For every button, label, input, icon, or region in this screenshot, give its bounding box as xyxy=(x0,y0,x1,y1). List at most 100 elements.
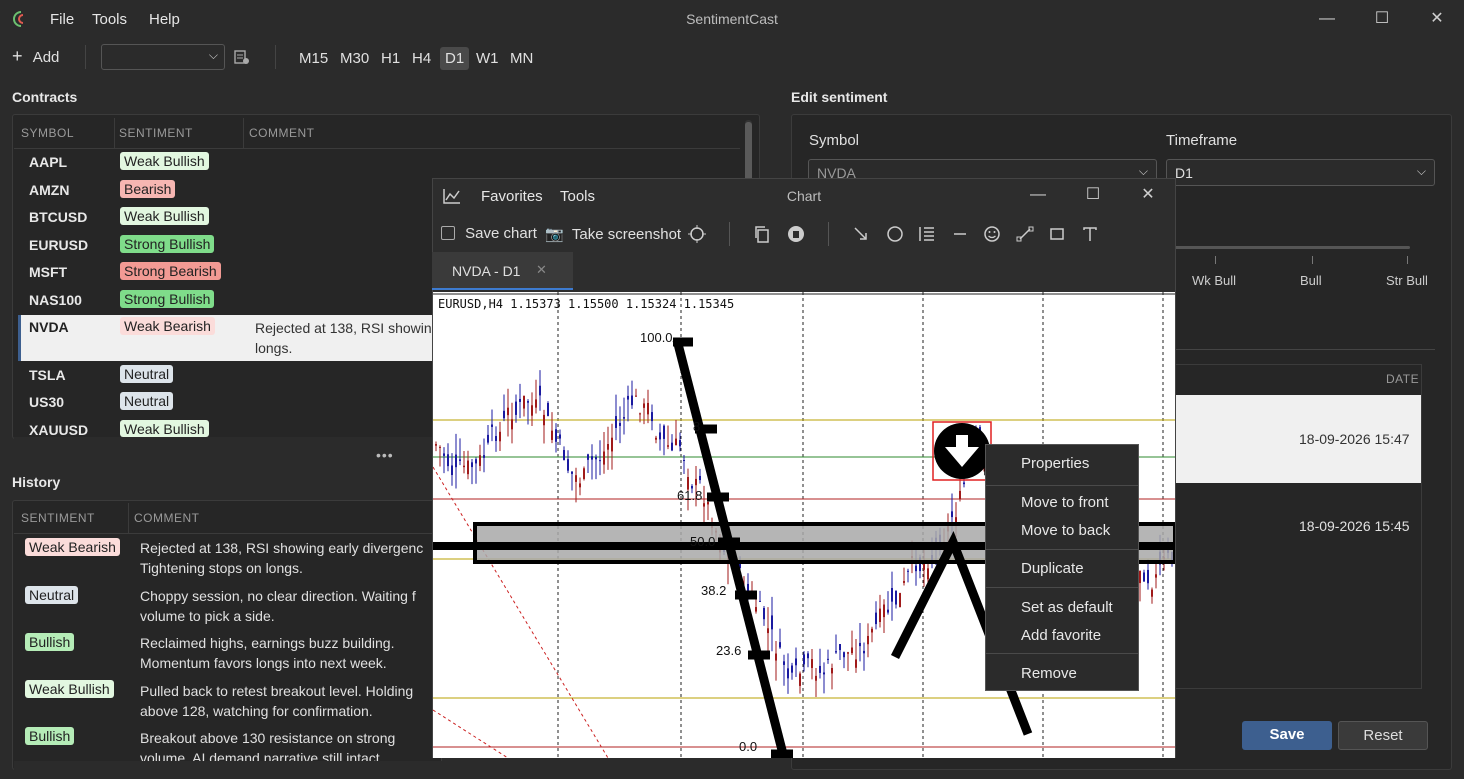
candle-body xyxy=(847,652,849,654)
candle-body xyxy=(859,642,861,647)
row-symbol[interactable]: BTCUSD xyxy=(29,209,87,225)
candle-body xyxy=(843,652,845,658)
candle-body xyxy=(603,451,605,465)
fib-label: 8 xyxy=(693,419,701,434)
row-symbol[interactable]: MSFT xyxy=(29,264,67,280)
sentiment-badge: Weak Bearish xyxy=(25,538,120,556)
ctx-remove[interactable]: Remove xyxy=(1021,665,1077,682)
sentiment-badge: Weak Bullish xyxy=(25,680,114,698)
candle-body xyxy=(855,659,857,668)
text-tool-icon[interactable] xyxy=(1081,225,1099,243)
maximize-icon[interactable]: ☐ xyxy=(1082,184,1104,206)
tf-w1[interactable]: W1 xyxy=(471,47,504,70)
tf-m15[interactable]: M15 xyxy=(294,47,333,70)
fibonacci-tool-icon[interactable] xyxy=(918,225,936,243)
save-button[interactable]: Save xyxy=(1242,721,1332,750)
sentiment-slider[interactable] xyxy=(1160,246,1410,249)
tf-h1[interactable]: H1 xyxy=(376,47,405,70)
close-icon[interactable]: ✕ xyxy=(1137,184,1159,206)
list-settings-icon[interactable] xyxy=(233,48,251,66)
col-sentiment[interactable]: SENTIMENT xyxy=(21,511,95,525)
col-comment[interactable]: COMMENT xyxy=(249,126,315,140)
candle-body xyxy=(655,437,657,440)
tf-h4[interactable]: H4 xyxy=(407,47,436,70)
history-comment: Pulled back to retest breakout level. Ho… xyxy=(140,683,414,699)
row-symbol[interactable]: AAPL xyxy=(29,154,67,170)
entry-date: 18-09-2026 15:47 xyxy=(1299,431,1410,447)
splitter-handle[interactable]: ••• xyxy=(376,447,394,463)
row-symbol[interactable]: EURUSD xyxy=(29,237,88,253)
down-arrow-icon xyxy=(956,435,968,449)
save-chart-button[interactable]: Save chart xyxy=(441,225,537,242)
candle-body xyxy=(643,403,645,408)
history-comment-line2: Tightening stops on longs. xyxy=(140,560,303,576)
rectangle-tool-icon[interactable] xyxy=(1048,225,1066,243)
candle-body xyxy=(851,647,853,654)
tf-mn[interactable]: MN xyxy=(505,47,538,70)
delete-all-icon[interactable] xyxy=(787,225,805,243)
candle-body xyxy=(627,395,629,400)
trendline-tool-icon[interactable] xyxy=(1016,225,1034,243)
col-symbol[interactable]: SYMBOL xyxy=(21,126,74,140)
symbol-combo[interactable]: ⌵ xyxy=(101,44,225,70)
tab-close-icon[interactable]: ✕ xyxy=(536,262,547,278)
hline-tool-icon[interactable] xyxy=(951,225,969,243)
candle-body xyxy=(927,568,929,580)
ctx-move-to-front[interactable]: Move to front xyxy=(1021,494,1109,511)
candle-body xyxy=(783,661,785,665)
ctx-add-favorite[interactable]: Add favorite xyxy=(1021,627,1101,644)
copy-icon[interactable] xyxy=(753,225,771,243)
candle-body xyxy=(759,600,761,602)
row-symbol[interactable]: NVDA xyxy=(29,319,69,335)
candle-body xyxy=(827,658,829,660)
row-symbol[interactable]: NAS100 xyxy=(29,292,82,308)
slider-tick xyxy=(1215,256,1216,264)
candle-body xyxy=(775,653,777,661)
candle-body xyxy=(567,459,569,471)
ctx-duplicate[interactable]: Duplicate xyxy=(1021,560,1084,577)
reset-button[interactable]: Reset xyxy=(1338,721,1428,750)
row-symbol[interactable]: US30 xyxy=(29,394,64,410)
candle-body xyxy=(587,454,589,460)
candle-body xyxy=(543,414,545,426)
timeframe-select[interactable]: D1 ⌵ xyxy=(1166,159,1435,186)
sentiment-badge: Weak Bullish xyxy=(120,207,209,225)
candle-body xyxy=(887,609,889,613)
add-button[interactable]: + Add xyxy=(12,46,59,67)
minimize-icon[interactable]: — xyxy=(1316,8,1338,30)
row-symbol[interactable]: TSLA xyxy=(29,367,66,383)
sentiment-badge: Strong Bearish xyxy=(120,262,221,280)
tf-m30[interactable]: M30 xyxy=(335,47,374,70)
ctx-properties[interactable]: Properties xyxy=(1021,455,1089,472)
ctx-separator xyxy=(986,587,1138,588)
candle-body xyxy=(699,475,701,481)
candle-body xyxy=(635,395,637,397)
sentiment-badge: Neutral xyxy=(25,586,79,604)
ctx-set-as-default[interactable]: Set as default xyxy=(1021,599,1113,616)
col-sentiment[interactable]: SENTIMENT xyxy=(119,126,193,140)
history-comment: Choppy session, no clear direction. Wait… xyxy=(140,588,416,604)
minimize-icon[interactable]: — xyxy=(1027,184,1049,206)
col-comment[interactable]: COMMENT xyxy=(134,511,200,525)
candle-body xyxy=(447,454,449,467)
arrow-tool-icon[interactable] xyxy=(852,225,870,243)
candle-body xyxy=(835,651,837,653)
crosshair-icon[interactable] xyxy=(688,225,706,243)
take-screenshot-button[interactable]: 📷 Take screenshot xyxy=(545,225,681,243)
maximize-icon[interactable]: ☐ xyxy=(1371,8,1393,30)
col-date[interactable]: DATE xyxy=(1386,372,1419,386)
toolbar-divider xyxy=(85,45,86,69)
row-symbol[interactable]: XAUUSD xyxy=(29,422,88,438)
candle-body xyxy=(623,417,625,419)
tf-d1[interactable]: D1 xyxy=(440,47,470,70)
circle-tool-icon[interactable] xyxy=(886,225,904,243)
ctx-move-to-back[interactable]: Move to back xyxy=(1021,522,1110,539)
chart-tab[interactable]: NVDA - D1 ✕ xyxy=(432,252,573,290)
row-comment: Rejected at 138, RSI showin xyxy=(255,320,431,336)
smiley-tool-icon[interactable] xyxy=(983,225,1001,243)
candle-body xyxy=(459,459,461,461)
row-symbol[interactable]: AMZN xyxy=(29,182,69,198)
toolbar-divider xyxy=(729,222,730,246)
close-icon[interactable]: ✕ xyxy=(1426,8,1448,30)
candle-body xyxy=(507,407,509,416)
